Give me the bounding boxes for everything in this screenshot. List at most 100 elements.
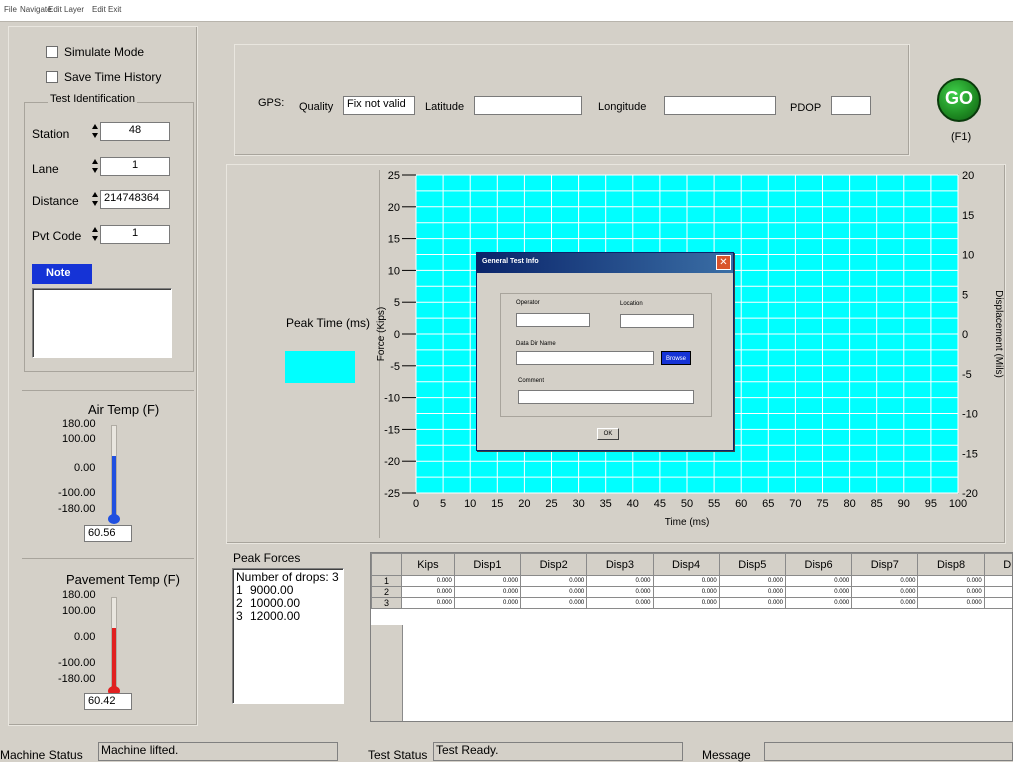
x-tick-label: 70 bbox=[789, 498, 801, 510]
column-header-kips[interactable]: Kips bbox=[402, 554, 455, 576]
gps-pdop-label: PDOP bbox=[790, 102, 821, 114]
pavement-temp-level-bar bbox=[112, 628, 116, 691]
column-header-disp6[interactable]: Disp6 bbox=[785, 554, 851, 576]
menu-item-file[interactable]: File bbox=[4, 5, 17, 14]
x-tick-label: 50 bbox=[681, 498, 693, 510]
peak-time-label: Peak Time (ms) bbox=[286, 316, 370, 330]
results-grid-row-header-strip bbox=[371, 625, 403, 722]
table-cell[interactable]: 0.000 bbox=[719, 576, 785, 587]
x-tick-label: 10 bbox=[464, 498, 476, 510]
table-cell[interactable]: 0.000 bbox=[454, 587, 520, 598]
peak-forces-row-value: 9000.00 bbox=[250, 583, 293, 597]
menu-bar: File Navigate Edit Layer Edit Exit bbox=[0, 0, 1013, 22]
peak-forces-title: Peak Forces bbox=[233, 551, 300, 565]
pavement-temp-tick-0: 0.00 bbox=[74, 631, 95, 643]
air-temp-value: 60.56 bbox=[84, 525, 132, 542]
pavement-temp-tick-100: 100.00 bbox=[62, 605, 96, 617]
pvt-code-input[interactable]: 1 bbox=[100, 225, 170, 244]
table-cell[interactable]: 0.000 bbox=[852, 587, 918, 598]
distance-input[interactable]: 214748364 bbox=[100, 190, 170, 209]
table-cell[interactable]: 0.000 bbox=[852, 576, 918, 587]
save-time-history-checkbox[interactable] bbox=[46, 71, 58, 83]
column-header-disp1[interactable]: Disp1 bbox=[454, 554, 520, 576]
air-temp-tick-0: 0.00 bbox=[74, 462, 95, 474]
table-cell[interactable]: 0.000 bbox=[402, 598, 455, 609]
table-cell[interactable]: 0.000 bbox=[521, 598, 587, 609]
table-cell[interactable]: 0.000 bbox=[653, 587, 719, 598]
column-header-disp5[interactable]: Disp5 bbox=[719, 554, 785, 576]
table-cell[interactable]: 0.000 bbox=[918, 598, 984, 609]
location-input[interactable] bbox=[620, 314, 694, 328]
column-header-disp8[interactable]: Disp8 bbox=[918, 554, 984, 576]
table-cell[interactable]: 0.000 bbox=[587, 587, 653, 598]
gps-longitude-field bbox=[664, 96, 776, 115]
column-header-disp7[interactable]: Disp7 bbox=[852, 554, 918, 576]
station-spinner[interactable] bbox=[92, 123, 98, 139]
air-temp-level-bar bbox=[112, 456, 116, 519]
y-tick-label: 10 bbox=[388, 265, 400, 277]
lane-input[interactable]: 1 bbox=[100, 157, 170, 176]
peak-forces-row-number: 3 bbox=[236, 610, 250, 623]
x-tick-label: 30 bbox=[572, 498, 584, 510]
column-header-disp3[interactable]: Disp3 bbox=[587, 554, 653, 576]
pvt-code-spinner[interactable] bbox=[92, 226, 98, 242]
peak-forces-row-value: 12000.00 bbox=[250, 609, 300, 623]
row-header[interactable]: 1 bbox=[372, 576, 402, 587]
dialog-ok-button[interactable]: OK bbox=[597, 428, 619, 440]
air-temp-tick-180: 180.00 bbox=[62, 418, 96, 430]
peak-time-indicator bbox=[285, 351, 355, 383]
table-cell[interactable]: 0.000 bbox=[918, 576, 984, 587]
menu-item-exit[interactable]: Exit bbox=[108, 5, 121, 14]
peak-forces-list[interactable]: Number of drops: 3 19000.00 210000.00 31… bbox=[232, 568, 344, 704]
table-cell[interactable]: 0.000 bbox=[454, 576, 520, 587]
gps-quality-field: Fix not valid bbox=[343, 96, 415, 115]
table-cell[interactable]: 0.000 bbox=[719, 587, 785, 598]
menu-item-layer[interactable]: Layer bbox=[64, 5, 84, 14]
distance-spinner[interactable] bbox=[92, 191, 98, 207]
menu-item-edit-2[interactable]: Edit bbox=[92, 5, 106, 14]
table-cell[interactable]: 0.000 bbox=[785, 598, 851, 609]
operator-input[interactable] bbox=[516, 313, 590, 327]
table-cell[interactable]: 0.000 bbox=[402, 576, 455, 587]
column-header-disp4[interactable]: Disp4 bbox=[653, 554, 719, 576]
simulate-mode-checkbox[interactable] bbox=[46, 46, 58, 58]
table-row: 20.0000.0000.0000.0000.0000.0000.0000.00… bbox=[372, 587, 1013, 598]
note-tab[interactable]: Note bbox=[32, 264, 92, 284]
dialog-close-button[interactable]: ✕ bbox=[716, 255, 731, 270]
table-cell[interactable]: 0.000 bbox=[521, 587, 587, 598]
table-cell[interactable]: 0.000 bbox=[653, 576, 719, 587]
comment-input[interactable] bbox=[518, 390, 694, 404]
table-cell[interactable]: 0.000 bbox=[852, 598, 918, 609]
note-textarea[interactable] bbox=[32, 288, 172, 358]
y-tick-label: 25 bbox=[388, 170, 400, 182]
column-header-disp2[interactable]: Disp2 bbox=[521, 554, 587, 576]
browse-button[interactable]: Browse bbox=[661, 351, 691, 365]
table-cell[interactable]: 0.000 bbox=[719, 598, 785, 609]
menu-item-edit[interactable]: Edit bbox=[48, 5, 62, 14]
table-cell[interactable]: 0.000 bbox=[785, 587, 851, 598]
lane-spinner[interactable] bbox=[92, 158, 98, 174]
table-cell[interactable]: 0.000 bbox=[984, 587, 1013, 598]
menu-item-navigate[interactable]: Navigate bbox=[20, 5, 52, 14]
x-tick-label: 90 bbox=[898, 498, 910, 510]
table-cell[interactable]: 0.000 bbox=[521, 576, 587, 587]
test-status-value: Test Ready. bbox=[433, 742, 683, 761]
column-header-disp9[interactable]: Disp9 bbox=[984, 554, 1013, 576]
data-dir-input[interactable] bbox=[516, 351, 654, 365]
row-header[interactable]: 2 bbox=[372, 587, 402, 598]
y2-tick-label: -15 bbox=[962, 448, 978, 460]
y2-tick-label: 5 bbox=[962, 289, 968, 301]
table-cell[interactable]: 0.000 bbox=[402, 587, 455, 598]
peak-forces-row-value: 10000.00 bbox=[250, 596, 300, 610]
station-input[interactable]: 48 bbox=[100, 122, 170, 141]
table-cell[interactable]: 0.000 bbox=[587, 576, 653, 587]
row-header[interactable]: 3 bbox=[372, 598, 402, 609]
table-cell[interactable]: 0.000 bbox=[653, 598, 719, 609]
table-cell[interactable]: 0.000 bbox=[984, 598, 1013, 609]
table-cell[interactable]: 0.000 bbox=[785, 576, 851, 587]
table-cell[interactable]: 0.000 bbox=[918, 587, 984, 598]
distance-label: Distance bbox=[32, 194, 79, 208]
table-cell[interactable]: 0.000 bbox=[984, 576, 1013, 587]
table-cell[interactable]: 0.000 bbox=[454, 598, 520, 609]
table-cell[interactable]: 0.000 bbox=[587, 598, 653, 609]
